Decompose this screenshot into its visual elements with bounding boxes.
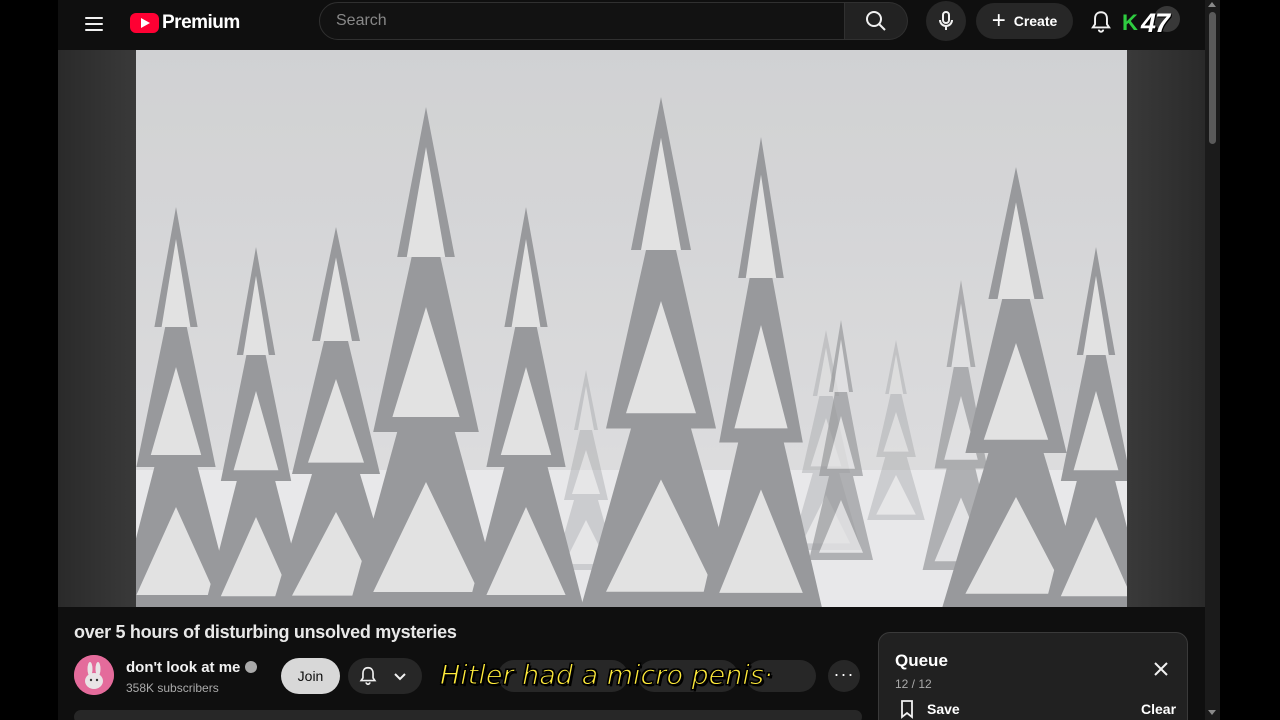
channel-name[interactable]: don't look at me (126, 659, 258, 676)
description-box[interactable] (74, 710, 862, 720)
create-button[interactable]: + Create (976, 3, 1073, 39)
video-frame[interactable] (136, 50, 1127, 607)
page-scrollbar[interactable] (1205, 0, 1220, 720)
video-caption: Hitler had a micro penis· (440, 660, 774, 692)
search-button[interactable] (845, 2, 908, 40)
scroll-thumb[interactable] (1209, 12, 1216, 144)
snowy-forest-image (136, 50, 1127, 607)
youtube-logo-icon (130, 13, 159, 33)
queue-title: Queue (895, 651, 948, 670)
voice-search-button[interactable] (926, 1, 966, 41)
queue-panel: Queue 12 / 12 Save Clear (878, 632, 1188, 720)
queue-clear-button[interactable]: Clear (1141, 701, 1176, 717)
subscriber-count: 358K subscribers (126, 681, 219, 695)
youtube-logo[interactable]: Premium (130, 11, 240, 35)
bell-icon (359, 666, 377, 686)
search-box (319, 2, 845, 40)
youtube-app: Premium + Create (58, 0, 1205, 720)
join-button[interactable]: Join (281, 658, 340, 694)
video-title: over 5 hours of disturbing unsolved myst… (74, 622, 457, 642)
search-icon (866, 11, 886, 31)
plus-icon: + (991, 7, 1006, 34)
queue-save-button[interactable]: Save (897, 699, 960, 719)
logo-text: Premium (162, 12, 240, 33)
verified-icon (245, 661, 258, 673)
bunny-avatar-icon (74, 655, 114, 695)
scroll-down-arrow[interactable] (1208, 710, 1216, 715)
menu-icon[interactable] (78, 10, 110, 38)
notifications-button[interactable] (1086, 7, 1116, 37)
queue-save-label: Save (927, 701, 960, 717)
bell-icon (1091, 11, 1111, 33)
search-input[interactable] (320, 3, 844, 39)
close-icon[interactable] (1151, 659, 1171, 679)
chevron-down-icon (394, 673, 406, 681)
mic-icon (939, 11, 953, 30)
channel-avatar[interactable] (74, 655, 114, 695)
logo-letter: K (1122, 10, 1138, 35)
bookmark-icon (901, 700, 913, 719)
channel-name-text: don't look at me (126, 659, 241, 676)
video-player[interactable] (58, 50, 1205, 607)
logo-number: 47 (1141, 8, 1170, 38)
channel-watermark-logo: K 47 (1120, 6, 1190, 40)
create-label: Create (1013, 13, 1058, 29)
scroll-up-arrow[interactable] (1208, 2, 1216, 7)
subscription-notifications-button[interactable] (348, 658, 422, 694)
more-icon[interactable]: ··· (828, 660, 860, 692)
queue-count: 12 / 12 (895, 677, 932, 691)
top-header: Premium + Create (58, 0, 1205, 50)
